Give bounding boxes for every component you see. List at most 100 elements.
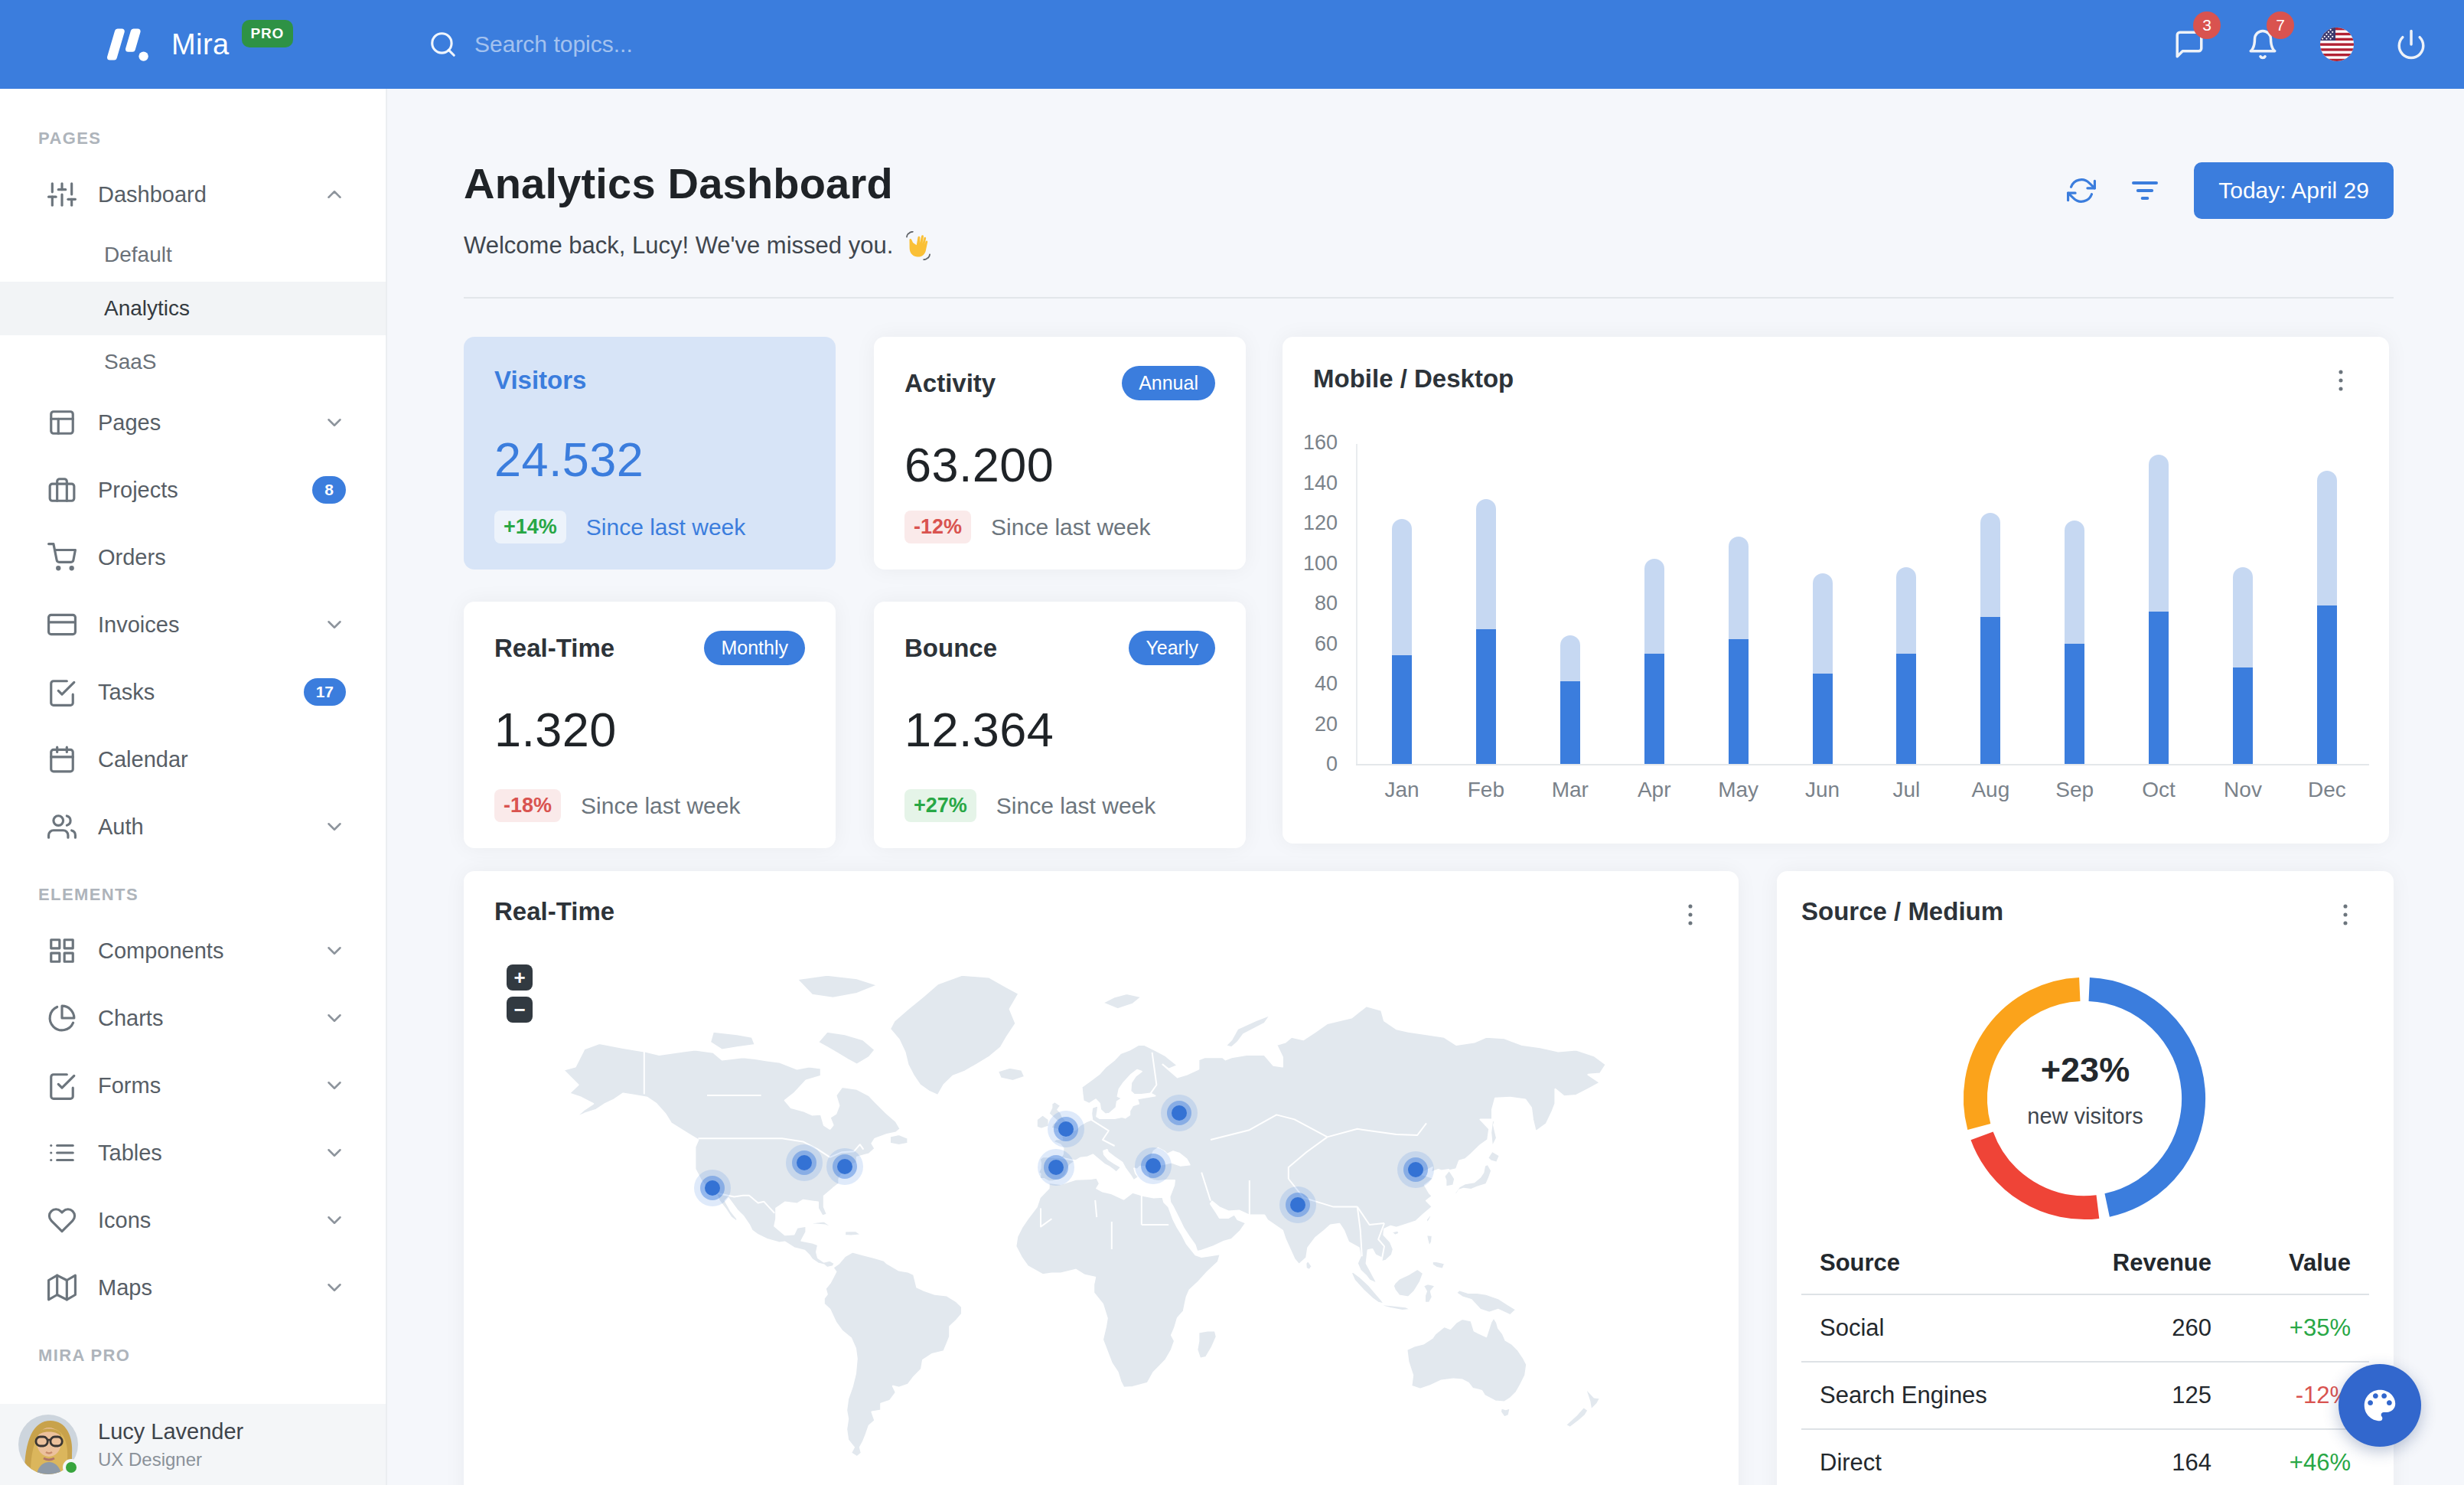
sidebar-item-calendar[interactable]: Calendar (0, 726, 386, 793)
sliders-icon (47, 180, 77, 209)
y-tick-label: 40 (1315, 672, 1338, 696)
filter-button[interactable] (2113, 175, 2177, 206)
sidebar-item-maps[interactable]: Maps (0, 1254, 386, 1321)
sidebar-subitem-default[interactable]: Default (0, 228, 386, 282)
chevron-down-icon (323, 411, 346, 434)
users-icon (47, 812, 77, 841)
sidebar-item-auth[interactable]: Auth (0, 793, 386, 860)
sidebar-section-header: Elements (0, 860, 386, 917)
stat-value: 24.532 (494, 432, 805, 487)
sidebar-item-label: Pages (98, 410, 323, 436)
y-tick-label: 160 (1303, 431, 1338, 455)
stat-period-pill[interactable]: Yearly (1129, 631, 1215, 665)
stat-caption: Since last week (996, 793, 1155, 819)
source-table-row: Direct164+46% (1801, 1429, 2369, 1485)
messages-button[interactable]: 3 (2173, 28, 2205, 60)
search-input[interactable] (471, 30, 931, 59)
card-menu-button[interactable] (1676, 900, 1705, 929)
stat-title: Visitors (494, 366, 586, 395)
navbar-actions: 3 7 (2173, 28, 2464, 61)
bar-mobile-apr (1644, 654, 1664, 764)
chevron-down-icon (323, 1074, 346, 1097)
notifications-button[interactable]: 7 (2247, 28, 2279, 60)
top-navbar: Mira PRO 3 7 (0, 0, 2464, 89)
sidebar-item-charts[interactable]: Charts (0, 984, 386, 1052)
source-table-body: Social260+35%Search Engines125-12%Direct… (1801, 1294, 2369, 1485)
sidebar-item-pages[interactable]: Pages (0, 389, 386, 456)
logout-button[interactable] (2395, 28, 2427, 60)
welcome-text: Welcome back, Lucy! We've missed you. (464, 232, 893, 259)
card-title: Real-Time (494, 897, 614, 926)
map-zoom-out-button[interactable]: − (507, 997, 533, 1023)
bar-desktop-jun (1813, 573, 1833, 674)
stat-footer: -12%Since last week (904, 511, 1150, 543)
language-button[interactable] (2320, 28, 2354, 61)
sidebar-item-tables[interactable]: Tables (0, 1119, 386, 1186)
theme-settings-fab[interactable] (2339, 1364, 2421, 1447)
today-button[interactable]: Today: April 29 (2194, 162, 2394, 219)
x-tick-label: Jan (1384, 778, 1419, 802)
bar-desktop-may (1729, 537, 1749, 639)
world-map (464, 871, 1739, 1485)
source-table: Source Revenue Value Social260+35%Search… (1801, 1232, 2369, 1485)
sidebar-item-label: Forms (98, 1073, 323, 1098)
sidebar-item-label: Orders (98, 545, 346, 570)
sidebar-item-projects[interactable]: Projects8 (0, 456, 386, 524)
bar-mobile-sep (2065, 644, 2084, 765)
bar-mobile-oct (2149, 612, 2169, 765)
sidebar-subitem-saas[interactable]: SaaS (0, 335, 386, 389)
sidebar-item-components[interactable]: Components (0, 917, 386, 984)
col-value: Value (2230, 1232, 2369, 1294)
shopping-cart-icon (47, 543, 77, 572)
cell-source: Social (1801, 1294, 2061, 1362)
bar-mobile-jul (1896, 654, 1916, 764)
sidebar-user[interactable]: Lucy Lavender UX Designer (0, 1404, 386, 1485)
y-tick-label: 0 (1326, 752, 1338, 776)
header-divider (464, 297, 2394, 299)
chevron-down-icon (323, 1276, 346, 1299)
y-tick-label: 140 (1303, 471, 1338, 494)
stat-caption: Since last week (991, 514, 1150, 540)
bar-desktop-jan (1392, 519, 1412, 656)
cell-revenue: 164 (2061, 1429, 2230, 1485)
stat-title: Bounce (904, 634, 997, 663)
stat-card-visitors: Visitors 24.532 +14%Since last week (464, 337, 836, 570)
sidebar-item-invoices[interactable]: Invoices (0, 591, 386, 658)
donut-segment-search-engines (1982, 1136, 2097, 1208)
y-tick-label: 120 (1303, 511, 1338, 535)
brand-name: Mira (171, 28, 230, 61)
bar-desktop-nov (2233, 567, 2253, 667)
donut-center-text: +23% new visitors (1777, 1050, 2394, 1129)
sidebar-item-forms[interactable]: Forms (0, 1052, 386, 1119)
refresh-button[interactable] (2050, 176, 2113, 205)
stat-caption: Since last week (581, 793, 740, 819)
stat-period-pill[interactable]: Annual (1122, 366, 1215, 400)
map-zoom-in-button[interactable]: + (507, 964, 533, 991)
stat-card-real-time: Real-TimeMonthly1.320-18%Since last week (464, 602, 836, 848)
stat-footer: -18%Since last week (494, 789, 740, 822)
sidebar-subitem-analytics[interactable]: Analytics (0, 282, 386, 335)
stat-period-pill[interactable]: Monthly (704, 631, 805, 665)
messages-count-badge: 3 (2193, 11, 2221, 39)
palette-icon (2359, 1385, 2400, 1426)
sidebar-item-tasks[interactable]: Tasks17 (0, 658, 386, 726)
sidebar-item-dashboard[interactable]: Dashboard (0, 161, 386, 228)
cell-revenue: 260 (2061, 1294, 2230, 1362)
source-table-header-row: Source Revenue Value (1801, 1232, 2369, 1294)
stat-caption: Since last week (586, 514, 745, 540)
y-tick-label: 60 (1315, 632, 1338, 655)
sidebar-item-label: Maps (98, 1275, 323, 1301)
bar-mobile-may (1729, 639, 1749, 764)
stat-footer: +14%Since last week (494, 511, 745, 543)
bar-desktop-jul (1896, 567, 1916, 654)
brand[interactable]: Mira PRO (0, 27, 387, 62)
stat-title: Real-Time (494, 634, 614, 663)
stacked-bar-chart: 020406080100120140160JanFebMarAprMayJunJ… (1283, 337, 2389, 844)
x-tick-label: Nov (2224, 778, 2262, 802)
bar-desktop-mar (1560, 635, 1580, 681)
sidebar-item-icons[interactable]: Icons (0, 1186, 386, 1254)
bar-desktop-feb (1476, 499, 1496, 630)
sidebar-item-orders[interactable]: Orders (0, 524, 386, 591)
bar-desktop-sep (2065, 521, 2084, 643)
layout-icon (47, 408, 77, 437)
